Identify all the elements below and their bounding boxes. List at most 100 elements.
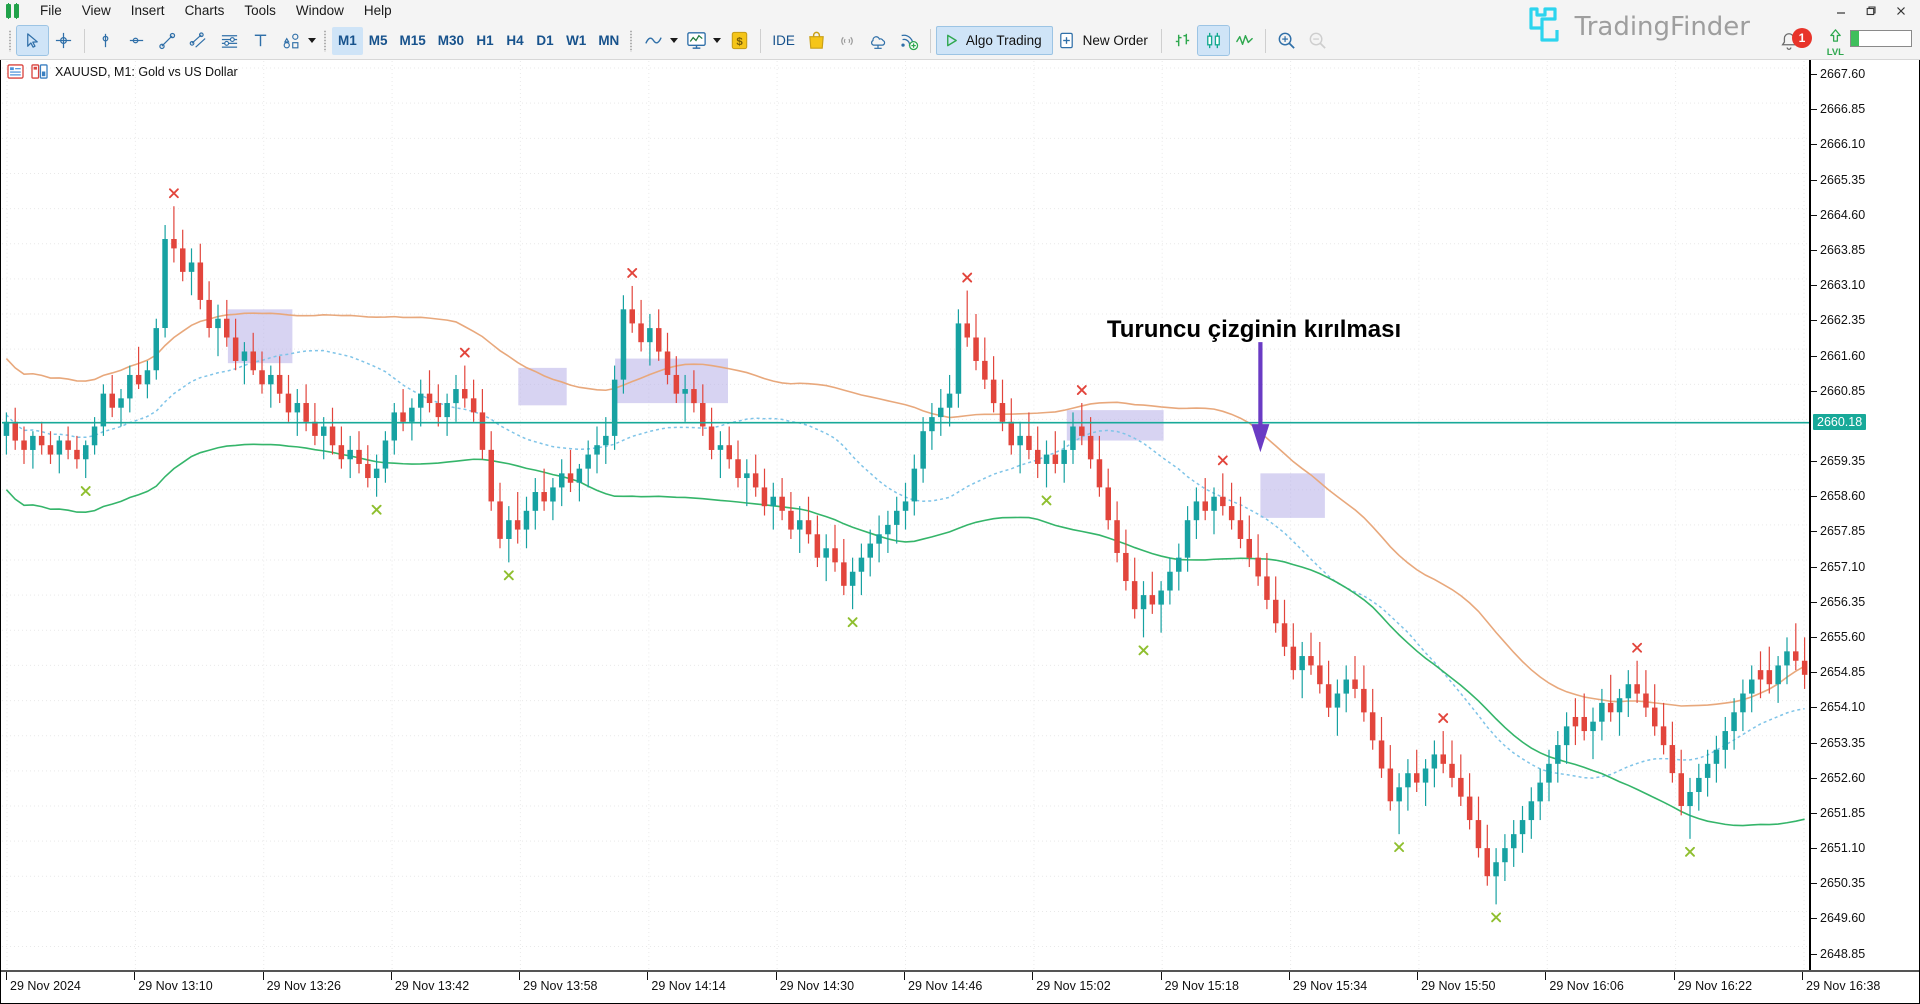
minimize-icon[interactable] bbox=[1826, 1, 1856, 21]
price-axis[interactable]: 2667.602666.852666.102665.352664.602663.… bbox=[1809, 60, 1919, 970]
price-tick bbox=[1811, 637, 1817, 638]
menu-help[interactable]: Help bbox=[354, 0, 402, 22]
timeframe-h1[interactable]: H1 bbox=[470, 27, 500, 55]
symbol-chart-icon bbox=[31, 64, 48, 79]
price-tick bbox=[1811, 356, 1817, 357]
timeframe-w1[interactable]: W1 bbox=[560, 27, 592, 55]
price-tick bbox=[1811, 74, 1817, 75]
text-tool-icon[interactable] bbox=[245, 26, 276, 55]
price-tick-label: 2648.85 bbox=[1820, 947, 1865, 961]
notifications-button[interactable]: 1 bbox=[1778, 28, 1812, 54]
vps-cloud-icon[interactable] bbox=[863, 26, 894, 55]
zoom-out-icon[interactable] bbox=[1302, 26, 1333, 55]
templates-dropdown-caret-icon[interactable] bbox=[713, 38, 721, 43]
time-tick bbox=[263, 972, 264, 980]
chart-title: XAUUSD, M1: Gold vs US Dollar bbox=[7, 64, 238, 79]
time-tick-label: 29 Nov 13:26 bbox=[267, 979, 341, 993]
price-tick-label: 2656.35 bbox=[1820, 595, 1865, 609]
toolbar-grip-timeframes[interactable] bbox=[322, 28, 329, 54]
timeframe-mn[interactable]: MN bbox=[592, 27, 625, 55]
vertical-line-tool-icon[interactable] bbox=[90, 26, 121, 55]
candlestick-chart-icon[interactable] bbox=[1198, 26, 1229, 55]
fibonacci-tool-icon[interactable] bbox=[214, 26, 245, 55]
menu-charts[interactable]: Charts bbox=[175, 0, 235, 22]
menu-bar: File View Insert Charts Tools Window Hel… bbox=[0, 0, 1920, 22]
chart-plot-area[interactable]: Turuncu çizginin kırılması bbox=[2, 61, 1809, 970]
price-tick bbox=[1811, 778, 1817, 779]
price-tick-label: 2664.60 bbox=[1820, 208, 1865, 222]
menu-insert[interactable]: Insert bbox=[121, 0, 175, 22]
time-tick bbox=[1161, 972, 1162, 980]
indicators-icon[interactable] bbox=[638, 26, 669, 55]
price-tick-label: 2650.35 bbox=[1820, 876, 1865, 890]
toolbar-grip-indicators[interactable] bbox=[628, 28, 635, 54]
price-tick bbox=[1811, 743, 1817, 744]
menu-view[interactable]: View bbox=[72, 0, 121, 22]
shapes-tool-icon[interactable] bbox=[276, 26, 307, 55]
play-icon bbox=[944, 33, 959, 48]
price-tick-label: 2665.35 bbox=[1820, 173, 1865, 187]
time-tick bbox=[647, 972, 648, 980]
cursor-tool-icon[interactable] bbox=[17, 26, 48, 55]
time-tick bbox=[1545, 972, 1546, 980]
price-tick-label: 2653.35 bbox=[1820, 736, 1865, 750]
timeframe-d1[interactable]: D1 bbox=[530, 27, 560, 55]
price-tick-label: 2663.85 bbox=[1820, 243, 1865, 257]
time-tick bbox=[1802, 972, 1803, 980]
data-window-icon bbox=[7, 64, 24, 79]
menu-file[interactable]: File bbox=[30, 0, 72, 22]
close-icon[interactable] bbox=[1886, 1, 1916, 21]
crosshair-tool-icon[interactable] bbox=[48, 26, 79, 55]
indicators-dropdown-caret-icon[interactable] bbox=[670, 38, 678, 43]
time-tick bbox=[1417, 972, 1418, 980]
new-order-button[interactable]: New Order bbox=[1053, 26, 1156, 55]
price-tick-label: 2661.60 bbox=[1820, 349, 1865, 363]
price-tick bbox=[1811, 461, 1817, 462]
price-tick bbox=[1811, 215, 1817, 216]
restore-icon[interactable] bbox=[1856, 1, 1886, 21]
time-tick-label: 29 Nov 16:38 bbox=[1806, 979, 1880, 993]
horizontal-line-tool-icon[interactable] bbox=[121, 26, 152, 55]
chart-pane[interactable]: XAUUSD, M1: Gold vs US Dollar Turuncu çi… bbox=[0, 60, 1920, 1004]
line-chart-icon[interactable] bbox=[1229, 26, 1260, 55]
time-tick bbox=[519, 972, 520, 980]
price-tick bbox=[1811, 672, 1817, 673]
signal-arrow-icon bbox=[1827, 28, 1844, 43]
timeframe-h4[interactable]: H4 bbox=[500, 27, 530, 55]
time-tick bbox=[776, 972, 777, 980]
ide-button[interactable]: IDE bbox=[766, 27, 801, 55]
svg-text:$: $ bbox=[737, 36, 744, 48]
shapes-dropdown-caret-icon[interactable] bbox=[308, 38, 316, 43]
add-signal-icon[interactable] bbox=[894, 26, 925, 55]
time-axis[interactable]: 29 Nov 202429 Nov 13:1029 Nov 13:2629 No… bbox=[1, 970, 1919, 1003]
price-tick bbox=[1811, 531, 1817, 532]
menu-window[interactable]: Window bbox=[286, 0, 354, 22]
trendline-tool-icon[interactable] bbox=[152, 26, 183, 55]
market-bag-icon[interactable] bbox=[801, 26, 832, 55]
time-tick bbox=[904, 972, 905, 980]
templates-icon[interactable] bbox=[681, 26, 712, 55]
chart-canvas bbox=[2, 61, 1809, 970]
traffic-meter bbox=[1850, 30, 1912, 47]
toolbar-separator-5 bbox=[1265, 29, 1266, 53]
price-tick-label: 2662.35 bbox=[1820, 313, 1865, 327]
menu-tools[interactable]: Tools bbox=[234, 0, 286, 22]
signals-icon[interactable] bbox=[832, 26, 863, 55]
time-tick bbox=[1289, 972, 1290, 980]
timeframe-m5[interactable]: M5 bbox=[363, 27, 394, 55]
price-tick-label: 2666.10 bbox=[1820, 137, 1865, 151]
time-tick-label: 29 Nov 15:02 bbox=[1036, 979, 1110, 993]
timeframe-m30[interactable]: M30 bbox=[432, 27, 470, 55]
market-watch-dollar-icon[interactable]: $ bbox=[724, 26, 755, 55]
zoom-in-icon[interactable] bbox=[1271, 26, 1302, 55]
algo-trading-button[interactable]: Algo Trading bbox=[936, 26, 1053, 55]
connection-level-indicator: LVL bbox=[1827, 28, 1844, 57]
timeframe-m15[interactable]: M15 bbox=[394, 27, 432, 55]
timeframe-m1[interactable]: M1 bbox=[332, 27, 363, 55]
channel-tool-icon[interactable] bbox=[183, 26, 214, 55]
price-tick-label: 2651.85 bbox=[1820, 806, 1865, 820]
price-tick bbox=[1811, 109, 1817, 110]
bar-chart-icon[interactable] bbox=[1167, 26, 1198, 55]
toolbar-grip[interactable] bbox=[7, 28, 14, 54]
price-tick-label: 2657.10 bbox=[1820, 560, 1865, 574]
